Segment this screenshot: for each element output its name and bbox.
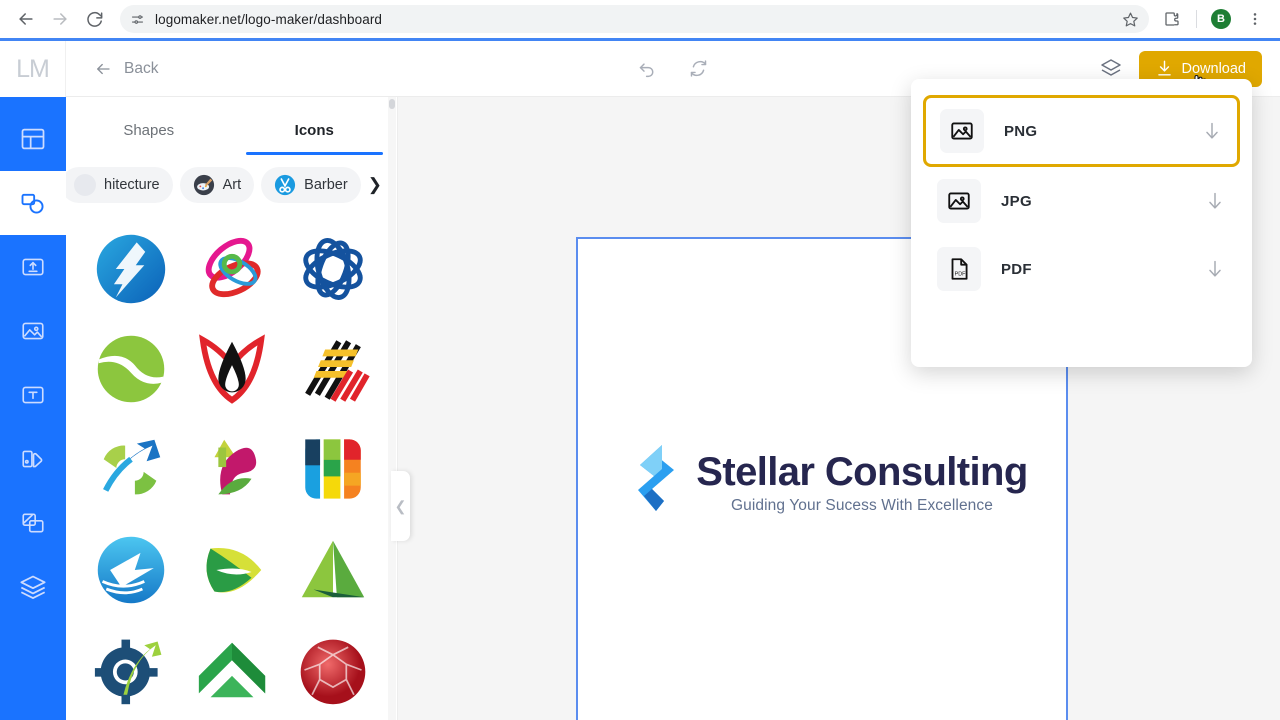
icon-item[interactable] [181, 319, 282, 419]
category-label: Art [222, 177, 242, 193]
barber-scissors-icon [274, 174, 296, 196]
scrollbar-thumb[interactable] [389, 99, 395, 109]
download-arrow-icon[interactable] [1204, 190, 1226, 212]
grid-layout-icon [19, 125, 47, 153]
upload-icon [20, 254, 46, 280]
url-text: logomaker.net/logo-maker/dashboard [155, 11, 383, 27]
icon-item[interactable] [282, 520, 383, 620]
panel-collapse-handle[interactable]: ❮ [391, 471, 410, 541]
sidebar-item-text[interactable] [0, 363, 66, 427]
icon-item[interactable] [181, 620, 282, 720]
back-arrow-icon[interactable] [10, 3, 42, 35]
download-label: Download [1181, 60, 1247, 77]
address-bar[interactable]: logomaker.net/logo-maker/dashboard [120, 5, 1149, 33]
download-option-pdf[interactable]: PDF PDF [923, 235, 1240, 303]
download-option-jpg[interactable]: JPG [923, 167, 1240, 235]
download-option-label: PNG [1004, 122, 1038, 140]
icon-item[interactable] [80, 319, 181, 419]
duplicate-layers-icon [20, 510, 46, 536]
icon-item[interactable] [181, 520, 282, 620]
download-format-menu: PNG JPG PDF PDF [911, 79, 1252, 367]
tab-icons[interactable]: Icons [232, 97, 398, 155]
assets-panel: Shapes Icons ❮ hitecture Art Barber ❯ [66, 97, 398, 720]
icon-item[interactable] [282, 419, 383, 519]
icon-item[interactable] [80, 620, 181, 720]
site-settings-icon[interactable] [130, 12, 145, 27]
download-arrow-icon[interactable] [1204, 258, 1226, 280]
sidebar-item-upload[interactable] [0, 235, 66, 299]
download-option-label: PDF [1001, 260, 1032, 278]
icon-item[interactable] [80, 419, 181, 519]
logo-maker-app: LM Back Download Shapes Icons hitecture … [0, 41, 1280, 720]
chevron-right-icon[interactable]: ❯ [368, 175, 382, 195]
image-file-icon [937, 179, 981, 223]
forward-arrow-icon[interactable] [44, 3, 76, 35]
art-palette-icon [193, 174, 215, 196]
sidebar-item-layers[interactable] [0, 555, 66, 619]
shapes-icon [19, 189, 47, 217]
avatar-initial: B [1211, 9, 1231, 29]
chevron-left-icon: ❮ [394, 497, 407, 514]
pdf-file-icon: PDF [937, 247, 981, 291]
layers-stack-icon [19, 573, 47, 601]
extensions-puzzle-icon[interactable] [1157, 4, 1187, 34]
logo-tagline[interactable]: Guiding Your Sucess With Excellence [696, 497, 1027, 515]
category-carousel: ❮ hitecture Art Barber ❯ [66, 147, 397, 213]
download-option-png[interactable]: PNG [923, 95, 1240, 167]
icon-grid [66, 213, 397, 720]
three-dot-menu-icon[interactable] [1240, 4, 1270, 34]
category-label: Barber [304, 177, 348, 193]
sidebar-item-brand-colors[interactable] [0, 427, 66, 491]
icon-item[interactable] [282, 319, 383, 419]
category-chip-art[interactable]: Art [179, 167, 255, 203]
category-chip-barber[interactable]: Barber [261, 167, 361, 203]
image-file-icon [940, 109, 984, 153]
download-arrow-icon[interactable] [1201, 120, 1223, 142]
icon-item[interactable] [80, 520, 181, 620]
panel-scrollbar[interactable] [388, 97, 396, 720]
app-logo[interactable]: LM [0, 41, 66, 97]
browser-toolbar: logomaker.net/logo-maker/dashboard B [0, 0, 1280, 38]
undo-icon[interactable] [637, 58, 658, 79]
icon-item[interactable] [80, 219, 181, 319]
logo-composition[interactable]: Stellar Consulting Guiding Your Sucess W… [578, 445, 1066, 515]
logo-title[interactable]: Stellar Consulting [696, 451, 1028, 493]
tab-shapes[interactable]: Shapes [66, 97, 232, 147]
sidebar-item-templates[interactable] [0, 107, 66, 171]
sidebar-item-images[interactable] [0, 299, 66, 363]
layers-icon[interactable] [1099, 57, 1123, 81]
avatar[interactable]: B [1206, 4, 1236, 34]
sidebar-item-shapes[interactable] [0, 171, 66, 235]
download-option-label: JPG [1001, 192, 1032, 210]
back-label: Back [124, 59, 159, 77]
toolbar-divider [1196, 10, 1197, 28]
reload-icon[interactable] [78, 3, 110, 35]
architecture-icon [74, 174, 96, 196]
reset-refresh-icon[interactable] [688, 58, 709, 79]
tool-rail [0, 97, 66, 720]
icon-item[interactable] [181, 219, 282, 319]
panel-tabs: Shapes Icons [66, 97, 398, 155]
svg-text:PDF: PDF [955, 272, 967, 278]
category-label: hitecture [104, 177, 160, 193]
browser-actions: B [1157, 4, 1270, 34]
sidebar-item-background[interactable] [0, 491, 66, 555]
icon-item[interactable] [282, 620, 383, 720]
category-chip-architecture[interactable]: hitecture [66, 167, 173, 203]
icon-item[interactable] [282, 219, 383, 319]
download-icon [1155, 59, 1174, 78]
image-icon [20, 318, 46, 344]
star-icon[interactable] [1122, 11, 1139, 28]
icon-item[interactable] [181, 419, 282, 519]
back-arrow-icon [92, 60, 114, 78]
palette-icon [20, 446, 46, 472]
blue-s-arrow-mark[interactable] [634, 443, 680, 513]
text-icon [20, 382, 46, 408]
logo-text-block: Stellar Consulting Guiding Your Sucess W… [696, 451, 1028, 515]
back-button[interactable]: Back [92, 60, 158, 78]
